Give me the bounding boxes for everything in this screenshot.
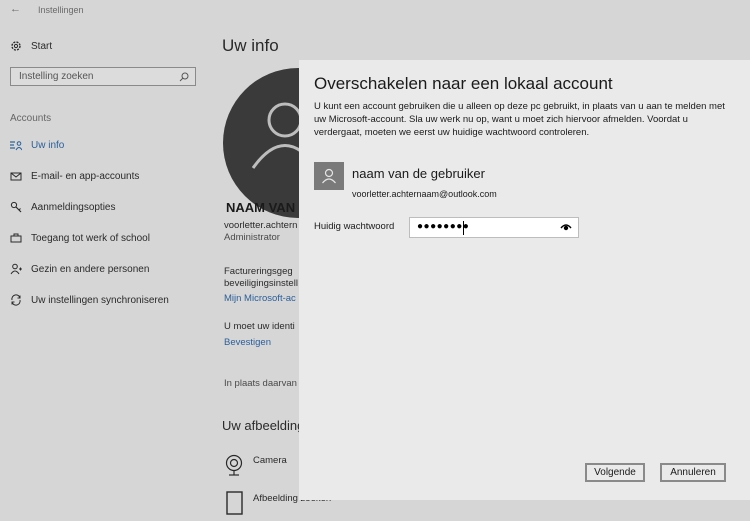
ms-account-link[interactable]: Mijn Microsoft-ac (224, 293, 296, 304)
back-arrow-icon[interactable]: ← (10, 3, 21, 15)
camera-icon[interactable] (224, 454, 244, 481)
window-title: Instellingen (38, 5, 84, 15)
next-button[interactable]: Volgende (585, 463, 645, 482)
user-info-icon (10, 139, 23, 151)
account-email: voorletter.achternaam@outlook.com (352, 189, 497, 199)
account-name: naam van de gebruiker (352, 166, 485, 181)
sync-icon (10, 294, 22, 306)
page-title: Uw info (222, 36, 279, 55)
password-mask: ●●●●●●●● (417, 221, 470, 232)
user-name: NAAM VAN (226, 200, 296, 215)
billing-text-1: Factureringsgeg (224, 266, 293, 277)
sidebar-item-label: Uw instellingen synchroniseren (31, 294, 169, 306)
browse-picture-icon[interactable] (226, 490, 244, 521)
user-icon (322, 168, 336, 184)
sidebar-item-sign-in-options[interactable]: Aanmeldingsopties (10, 201, 116, 213)
sidebar-item-label: Aanmeldingsopties (31, 201, 116, 213)
instead-text: In plaats daarvan (224, 378, 297, 389)
person-add-icon (10, 263, 22, 275)
sidebar-start-label: Start (31, 40, 53, 52)
sidebar-item-start[interactable]: Start (10, 40, 52, 52)
section-label-accounts: Accounts (10, 113, 52, 124)
picture-heading: Uw afbeelding (222, 418, 305, 433)
sidebar-item-label: E-mail- en app-accounts (31, 170, 140, 182)
search-placeholder: Instelling zoeken (19, 71, 94, 82)
billing-text-2: beveiligingsinstell (224, 278, 298, 289)
sidebar-item-label: Gezin en andere personen (31, 263, 150, 275)
sidebar-item-uw-info[interactable]: Uw info (10, 139, 64, 151)
mail-icon (10, 170, 22, 182)
key-icon (10, 201, 22, 213)
sidebar-item-label: Toegang tot werk of school (31, 232, 150, 244)
sidebar-item-family[interactable]: Gezin en andere personen (10, 263, 149, 275)
sidebar-item-work-school[interactable]: Toegang tot werk of school (10, 232, 150, 244)
search-icon (179, 72, 189, 82)
dialog-description: U kunt een account gebruiken die u allee… (314, 101, 725, 138)
sidebar-item-sync[interactable]: Uw instellingen synchroniseren (10, 294, 169, 306)
account-avatar (314, 162, 344, 190)
reveal-password-icon[interactable] (560, 222, 572, 232)
user-role: Administrator (224, 232, 280, 243)
dialog-title: Overschakelen naar een lokaal account (314, 74, 613, 93)
settings-search-input[interactable]: Instelling zoeken (10, 67, 196, 86)
camera-label[interactable]: Camera (253, 455, 287, 466)
verify-identity-text: U moet uw identi (224, 321, 295, 332)
current-password-input[interactable]: ●●●●●●●● (409, 217, 579, 238)
verify-link[interactable]: Bevestigen (224, 337, 271, 348)
password-label: Huidig wachtwoord (314, 221, 395, 232)
sidebar-item-email-accounts[interactable]: E-mail- en app-accounts (10, 170, 139, 182)
gear-icon (10, 40, 22, 52)
sidebar-item-label: Uw info (31, 139, 65, 151)
briefcase-icon (10, 232, 22, 244)
cancel-button[interactable]: Annuleren (660, 463, 726, 482)
text-caret (463, 221, 464, 235)
title-bar (0, 0, 750, 22)
user-email: voorletter.achtern (224, 220, 298, 231)
